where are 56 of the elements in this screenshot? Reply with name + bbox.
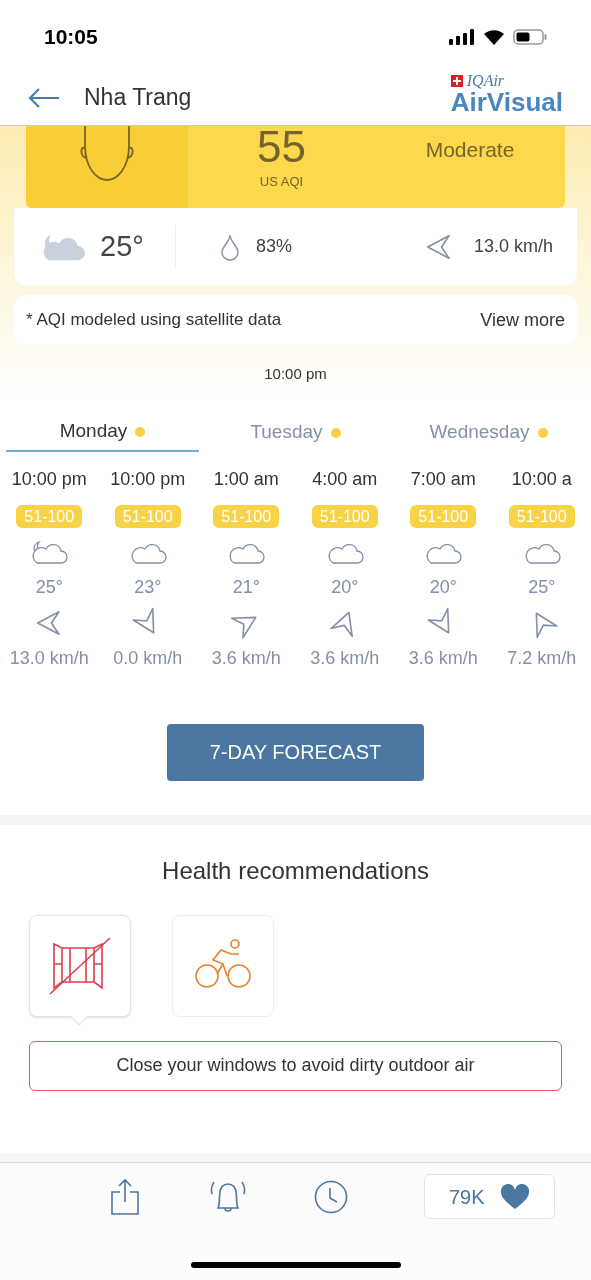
hour-time: 10:00 pm	[11, 467, 87, 491]
hour-time: 10:00 a	[511, 467, 572, 491]
hour-time: 7:00 am	[410, 467, 476, 491]
clock-icon[interactable]	[314, 1179, 348, 1214]
recommendation-tile[interactable]	[29, 914, 131, 1017]
hour-wind-speed: 13.0 km/h	[9, 646, 89, 670]
update-time: 10:00 pm	[264, 364, 327, 384]
swiss-flag-icon	[450, 74, 463, 87]
aqi-range: 51-100	[311, 504, 378, 528]
aqi-unit: US AQI	[259, 173, 304, 191]
aqi-range: 51-100	[114, 504, 181, 528]
hour-time: 10:00 pm	[110, 467, 186, 491]
aqi-range: 51-100	[410, 504, 477, 528]
satellite-note: * AQI modeled using satellite data	[26, 309, 282, 332]
hour-temperature: 20°	[331, 575, 359, 599]
recommendation-tile[interactable]	[172, 914, 274, 1017]
face-icon	[77, 126, 137, 182]
status-time: 10:05	[44, 24, 98, 51]
logo-brand: IQAir	[466, 72, 505, 89]
aqi-range: 51-100	[213, 504, 280, 528]
heart-icon	[500, 1183, 530, 1210]
forecast-button[interactable]: 7-DAY FORECAST	[167, 723, 424, 781]
hour-temperature: 25°	[528, 575, 556, 599]
recommendation-message: Close your windows to avoid dirty outdoor air	[116, 1054, 475, 1077]
wifi-icon	[483, 29, 505, 45]
aqi-value: 55	[257, 126, 306, 168]
aqi-range: 51-100	[16, 504, 83, 528]
aqi-level: Moderate	[425, 137, 515, 163]
wind-speed: 13.0 km/h	[473, 235, 553, 258]
hour-temperature: 23°	[134, 575, 162, 599]
hour-wind-speed: 3.6 km/h	[211, 646, 281, 670]
hour-time: 1:00 am	[213, 467, 279, 491]
hour-temperature: 21°	[232, 575, 260, 599]
city-title: Nha Trang	[84, 83, 192, 113]
back-arrow-icon[interactable]	[28, 87, 60, 108]
logo-name: AirVisual	[450, 88, 563, 115]
health-title: Health recommendations	[162, 855, 429, 886]
hour-wind-speed: 7.2 km/h	[507, 646, 577, 670]
hour-time: 4:00 am	[312, 467, 378, 491]
hour-wind-speed: 3.6 km/h	[310, 646, 380, 670]
day-tab[interactable]: Tuesday	[199, 413, 392, 452]
humidity-value: 83%	[256, 235, 293, 258]
current-temperature: 25°	[100, 228, 144, 264]
humidity-icon	[220, 232, 240, 261]
day-tab[interactable]: Monday	[6, 413, 199, 452]
day-tab[interactable]: Wednesday	[392, 413, 585, 452]
hour-temperature: 25°	[35, 575, 63, 599]
aqi-range: 51-100	[508, 504, 575, 528]
signal-icon	[449, 29, 475, 45]
battery-icon	[513, 29, 547, 45]
share-icon[interactable]	[110, 1177, 140, 1216]
likes-button[interactable]: 79K	[424, 1174, 555, 1219]
hour-temperature: 20°	[429, 575, 457, 599]
hour-wind-speed: 0.0 km/h	[113, 646, 183, 670]
view-more-link[interactable]: View more	[480, 306, 565, 334]
hour-wind-speed: 3.6 km/h	[408, 646, 478, 670]
